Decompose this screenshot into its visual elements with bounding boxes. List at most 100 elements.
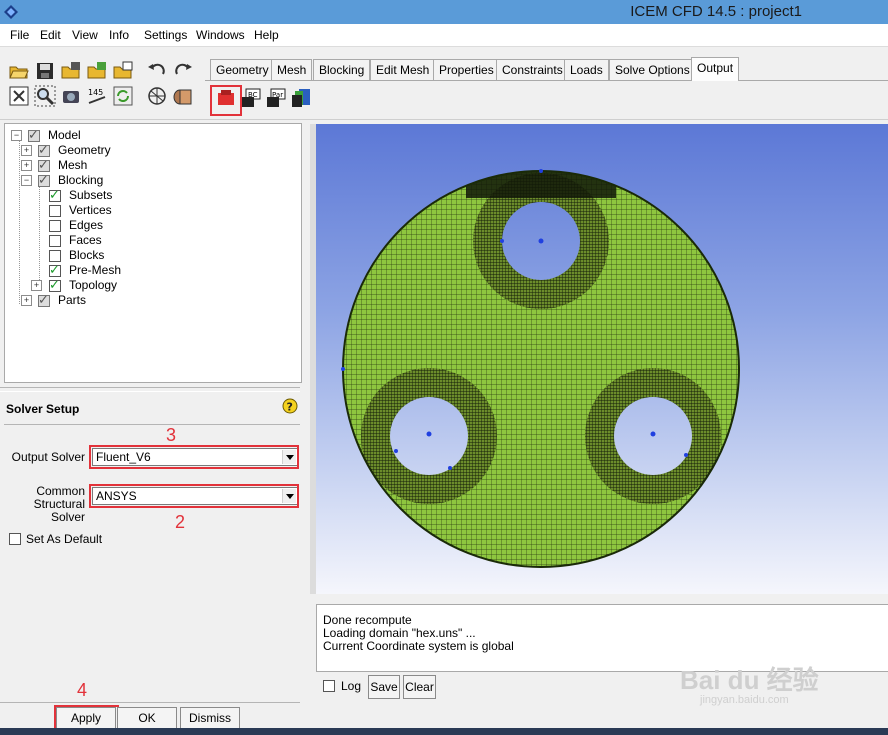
tab-mesh[interactable]: Mesh bbox=[271, 59, 313, 80]
redo-icon[interactable] bbox=[172, 59, 194, 81]
tab-properties[interactable]: Properties bbox=[433, 59, 500, 80]
tree-label: Vertices bbox=[69, 203, 112, 217]
menu-file[interactable]: File bbox=[10, 28, 29, 42]
tab-geometry[interactable]: Geometry bbox=[210, 59, 275, 80]
message-line: Current Coordinate system is global bbox=[323, 639, 514, 653]
structural-solver-label: Common Structural Solver bbox=[33, 484, 85, 524]
watermark-url: jingyan.baidu.com bbox=[700, 694, 789, 706]
log-label: Log bbox=[341, 679, 362, 693]
annotation-number-3: 3 bbox=[166, 425, 177, 445]
tree-label: Edges bbox=[69, 218, 104, 232]
checkbox-icon[interactable]: ✓ bbox=[28, 127, 40, 142]
checkbox-icon[interactable] bbox=[49, 250, 61, 262]
checkbox-icon[interactable]: ✓ bbox=[38, 292, 50, 307]
expand-icon[interactable]: + bbox=[21, 160, 32, 171]
zoom-icon[interactable] bbox=[34, 85, 56, 107]
watermark-brand: Bai du 经验 bbox=[680, 665, 819, 695]
annotation-box-1 bbox=[210, 85, 242, 116]
tab-constraints[interactable]: Constraints bbox=[496, 59, 569, 80]
svg-text:145: 145 bbox=[88, 88, 103, 97]
panel-splitter[interactable] bbox=[0, 387, 300, 392]
tree-label: Blocking bbox=[58, 173, 104, 187]
dismiss-button[interactable]: Dismiss bbox=[180, 707, 240, 729]
checkbox-icon[interactable] bbox=[49, 235, 61, 247]
checkbox-icon[interactable]: ✓ bbox=[38, 142, 50, 157]
boundary-conditions-icon[interactable]: BC bbox=[240, 87, 262, 109]
ok-button[interactable]: OK bbox=[117, 707, 177, 729]
expand-icon[interactable]: + bbox=[21, 295, 32, 306]
tree-label: Pre-Mesh bbox=[69, 263, 122, 277]
mesh-disk bbox=[342, 170, 740, 568]
tab-loads[interactable]: Loads bbox=[564, 59, 609, 80]
svg-text:?: ? bbox=[287, 401, 293, 414]
tab-output[interactable]: Output bbox=[691, 57, 740, 81]
button-bar-divider bbox=[0, 702, 300, 703]
undo-icon[interactable] bbox=[146, 59, 168, 81]
tree-label: Mesh bbox=[58, 158, 88, 172]
open-blocking-icon[interactable] bbox=[112, 60, 134, 82]
open-mesh-icon[interactable] bbox=[86, 60, 108, 82]
message-line: Loading domain "hex.uns" ... bbox=[323, 626, 476, 640]
help-icon[interactable]: ? bbox=[282, 398, 298, 416]
tab-solve-options[interactable]: Solve Options bbox=[609, 59, 696, 80]
distance-icon[interactable]: 145 bbox=[86, 85, 108, 107]
checkbox-icon[interactable] bbox=[49, 205, 61, 217]
checkbox-icon[interactable] bbox=[49, 220, 61, 232]
annotation-box-2 bbox=[89, 484, 299, 508]
measure-icon[interactable] bbox=[60, 85, 82, 107]
tree-label: Geometry bbox=[58, 143, 111, 157]
write-input-icon[interactable] bbox=[290, 87, 312, 109]
output-solver-label: Output Solver bbox=[11, 450, 85, 464]
checkbox-icon[interactable]: ✓ bbox=[49, 277, 61, 292]
open-folder-icon[interactable] bbox=[8, 60, 30, 82]
menu-bar: File Edit View Info Settings Windows Hel… bbox=[0, 24, 888, 47]
annotation-box-4 bbox=[54, 705, 119, 730]
annotation-number-4: 4 bbox=[77, 680, 88, 700]
menu-windows[interactable]: Windows bbox=[196, 28, 245, 42]
edit-parameters-icon[interactable]: Par bbox=[265, 87, 287, 109]
app-logo-icon bbox=[4, 5, 18, 19]
menu-edit[interactable]: Edit bbox=[40, 28, 61, 42]
save-log-button[interactable]: Save bbox=[368, 675, 400, 699]
menu-settings[interactable]: Settings bbox=[144, 28, 187, 42]
tab-blocking[interactable]: Blocking bbox=[313, 59, 371, 80]
solid-icon[interactable] bbox=[172, 85, 194, 107]
checkbox-icon[interactable]: ✓ bbox=[49, 262, 61, 277]
checkbox-icon[interactable]: ✓ bbox=[38, 157, 50, 172]
open-geometry-icon[interactable] bbox=[60, 60, 82, 82]
menu-info[interactable]: Info bbox=[109, 28, 129, 42]
refresh-icon[interactable] bbox=[112, 85, 134, 107]
log-checkbox[interactable] bbox=[323, 680, 335, 692]
expand-icon[interactable]: + bbox=[21, 145, 32, 156]
tree-label: Subsets bbox=[69, 188, 113, 202]
menu-view[interactable]: View bbox=[72, 28, 98, 42]
collapse-icon[interactable]: − bbox=[11, 130, 22, 141]
checkbox-icon[interactable]: ✓ bbox=[38, 172, 50, 187]
fit-view-icon[interactable] bbox=[8, 85, 30, 107]
main-toolbar: 145 BC Par bbox=[0, 47, 888, 120]
clear-log-button[interactable]: Clear bbox=[403, 675, 436, 699]
set-as-default-checkbox[interactable] bbox=[9, 533, 21, 545]
expand-icon[interactable]: + bbox=[31, 280, 42, 291]
tree-label: Model bbox=[48, 128, 81, 142]
tab-strip-line bbox=[205, 80, 888, 81]
window-title: ICEM CFD 14.5 : project1 bbox=[630, 3, 802, 20]
model-tree: − ✓ Model + ✓ Geometry + ✓ Mesh − ✓ Bloc… bbox=[4, 123, 302, 383]
mesh-plot bbox=[341, 169, 740, 568]
solver-setup-title: Solver Setup bbox=[6, 402, 80, 416]
title-bar: ICEM CFD 14.5 : project1 bbox=[0, 0, 888, 24]
annotation-box-3 bbox=[89, 445, 299, 469]
tab-edit-mesh[interactable]: Edit Mesh bbox=[370, 59, 436, 80]
checkbox-icon[interactable]: ✓ bbox=[49, 187, 61, 202]
annotation-number-2: 2 bbox=[175, 512, 186, 532]
taskbar bbox=[0, 728, 888, 735]
graphics-viewport[interactable] bbox=[316, 124, 888, 594]
collapse-icon[interactable]: − bbox=[21, 175, 32, 186]
tree-label: Topology bbox=[69, 278, 118, 292]
message-line: Done recompute bbox=[323, 613, 412, 627]
menu-help[interactable]: Help bbox=[254, 28, 279, 42]
tree-label: Faces bbox=[69, 233, 102, 247]
wireframe-icon[interactable] bbox=[146, 85, 168, 107]
save-icon[interactable] bbox=[34, 60, 56, 82]
tree-label: Blocks bbox=[69, 248, 105, 262]
